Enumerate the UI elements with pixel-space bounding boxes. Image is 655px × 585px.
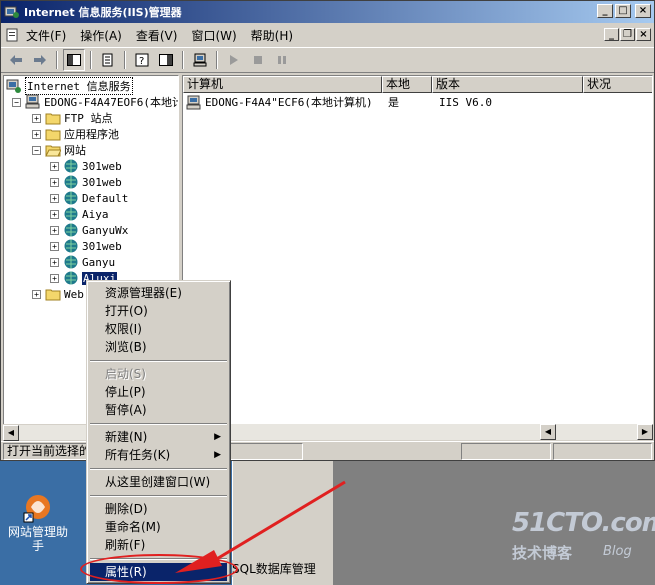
annotation-arrow: [175, 480, 346, 573]
